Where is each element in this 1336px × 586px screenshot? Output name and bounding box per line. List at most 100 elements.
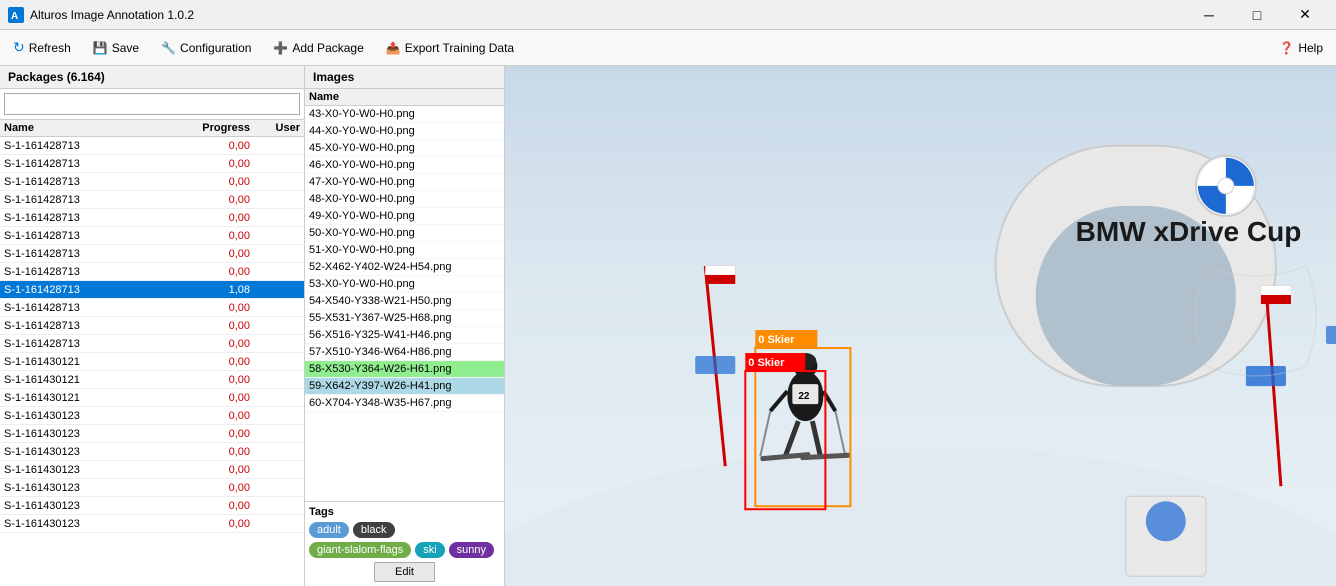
package-row[interactable]: S-1-1614287130,00 (0, 227, 304, 245)
image-row[interactable]: 44-X0-Y0-W0-H0.png (305, 123, 504, 140)
save-icon (93, 41, 108, 55)
package-row[interactable]: S-1-1614287130,00 (0, 317, 304, 335)
image-row[interactable]: 55-X531-Y367-W25-H68.png (305, 310, 504, 327)
package-row[interactable]: S-1-1614301230,00 (0, 425, 304, 443)
viewer-panel: BMW xDrive Cup (505, 66, 1336, 586)
help-button[interactable]: Help (1270, 34, 1332, 62)
package-row[interactable]: S-1-1614301230,00 (0, 461, 304, 479)
package-row[interactable]: S-1-1614301230,00 (0, 479, 304, 497)
refresh-button[interactable]: Refresh (4, 34, 80, 62)
tags-container: adultblack giant-slalom-flagsski sunny (309, 522, 500, 558)
minimize-button[interactable]: ─ (1186, 1, 1232, 29)
package-row[interactable]: S-1-1614301210,00 (0, 353, 304, 371)
package-row[interactable]: S-1-1614301210,00 (0, 389, 304, 407)
window-controls: ─ □ ✕ (1186, 1, 1328, 29)
image-row[interactable]: 52-X462-Y402-W24-H54.png (305, 259, 504, 276)
package-progress: 0,00 (194, 320, 254, 332)
help-icon (1279, 41, 1294, 55)
image-row[interactable]: 48-X0-Y0-W0-H0.png (305, 191, 504, 208)
image-row[interactable]: 46-X0-Y0-W0-H0.png (305, 157, 504, 174)
refresh-label: Refresh (29, 41, 71, 55)
maximize-button[interactable]: □ (1234, 1, 1280, 29)
configuration-button[interactable]: Configuration (152, 34, 260, 62)
package-progress: 0,00 (194, 500, 254, 512)
tag-button[interactable]: sunny (449, 542, 494, 558)
export-label: Export Training Data (405, 41, 514, 55)
image-row[interactable]: 54-X540-Y338-W21-H50.png (305, 293, 504, 310)
col-user-header: User (254, 122, 304, 134)
images-col-name: Name (305, 91, 504, 103)
image-row[interactable]: 43-X0-Y0-W0-H0.png (305, 106, 504, 123)
package-name: S-1-161428713 (0, 266, 194, 278)
package-progress: 1,08 (194, 284, 254, 296)
package-progress: 0,00 (194, 194, 254, 206)
package-progress: 0,00 (194, 212, 254, 224)
tag-button[interactable]: giant-slalom-flags (309, 542, 411, 558)
image-row[interactable]: 49-X0-Y0-W0-H0.png (305, 208, 504, 225)
package-name: S-1-161430123 (0, 482, 194, 494)
export-button[interactable]: Export Training Data (377, 34, 523, 62)
image-row[interactable]: 59-X642-Y397-W26-H41.png (305, 378, 504, 395)
images-header: Images (305, 66, 504, 89)
col-progress-header: Progress (194, 122, 254, 134)
edit-tags-button[interactable]: Edit (374, 562, 435, 582)
image-row[interactable]: 56-X516-Y325-W41-H46.png (305, 327, 504, 344)
image-row[interactable]: 51-X0-Y0-W0-H0.png (305, 242, 504, 259)
image-row[interactable]: 53-X0-Y0-W0-H0.png (305, 276, 504, 293)
package-row[interactable]: S-1-1614301210,00 (0, 371, 304, 389)
package-name: S-1-161428713 (0, 284, 194, 296)
package-name: S-1-161430121 (0, 374, 194, 386)
package-row[interactable]: S-1-1614287130,00 (0, 191, 304, 209)
package-name: S-1-161428713 (0, 338, 194, 350)
image-row[interactable]: 60-X704-Y348-W35-H67.png (305, 395, 504, 412)
package-progress: 0,00 (194, 392, 254, 404)
package-row[interactable]: S-1-1614287130,00 (0, 173, 304, 191)
package-progress: 0,00 (194, 230, 254, 242)
tag-button[interactable]: black (353, 522, 395, 538)
package-name: S-1-161428713 (0, 140, 194, 152)
add-package-label: Add Package (292, 41, 363, 55)
image-row[interactable]: 57-X510-Y346-W64-H86.png (305, 344, 504, 361)
image-row[interactable]: 47-X0-Y0-W0-H0.png (305, 174, 504, 191)
main-container: Packages (6.164) Name Progress User S-1-… (0, 66, 1336, 586)
help-label: Help (1298, 41, 1323, 55)
ski-scene: BMW xDrive Cup (505, 66, 1336, 586)
save-button[interactable]: Save (84, 34, 148, 62)
package-row[interactable]: S-1-1614287130,00 (0, 263, 304, 281)
app-title: Alturos Image Annotation 1.0.2 (30, 8, 1186, 22)
image-row[interactable]: 45-X0-Y0-W0-H0.png (305, 140, 504, 157)
package-row[interactable]: S-1-1614287130,00 (0, 155, 304, 173)
close-button[interactable]: ✕ (1282, 1, 1328, 29)
images-list[interactable]: 43-X0-Y0-W0-H0.png44-X0-Y0-W0-H0.png45-X… (305, 106, 504, 501)
package-row[interactable]: S-1-1614287130,00 (0, 335, 304, 353)
image-row[interactable]: 50-X0-Y0-W0-H0.png (305, 225, 504, 242)
package-progress: 0,00 (194, 464, 254, 476)
package-name: S-1-161428713 (0, 248, 194, 260)
package-row[interactable]: S-1-1614301230,00 (0, 443, 304, 461)
package-row[interactable]: S-1-1614301230,00 (0, 515, 304, 533)
package-row[interactable]: S-1-1614287130,00 (0, 137, 304, 155)
package-name: S-1-161430121 (0, 356, 194, 368)
packages-list[interactable]: S-1-1614287130,00S-1-1614287130,00S-1-16… (0, 137, 304, 586)
packages-header: Packages (6.164) (0, 66, 304, 89)
tag-button[interactable]: adult (309, 522, 349, 538)
package-row[interactable]: S-1-1614287130,00 (0, 209, 304, 227)
svg-text:22: 22 (798, 391, 810, 402)
package-progress: 0,00 (194, 518, 254, 530)
package-row[interactable]: S-1-1614301230,00 (0, 497, 304, 515)
add-package-button[interactable]: Add Package (264, 34, 372, 62)
image-row[interactable]: 58-X530-Y364-W26-H61.png (305, 361, 504, 378)
svg-text:0 Skier: 0 Skier (758, 334, 795, 346)
images-panel: Images Name 43-X0-Y0-W0-H0.png44-X0-Y0-W… (305, 66, 505, 586)
package-row[interactable]: S-1-1614287131,08 (0, 281, 304, 299)
package-name: S-1-161430123 (0, 446, 194, 458)
packages-search-input[interactable] (4, 93, 300, 115)
tag-button[interactable]: ski (415, 542, 444, 558)
package-row[interactable]: S-1-1614301230,00 (0, 407, 304, 425)
package-row[interactable]: S-1-1614287130,00 (0, 245, 304, 263)
package-progress: 0,00 (194, 356, 254, 368)
export-icon (386, 41, 401, 55)
packages-search-container (0, 89, 304, 120)
package-row[interactable]: S-1-1614287130,00 (0, 299, 304, 317)
package-progress: 0,00 (194, 158, 254, 170)
